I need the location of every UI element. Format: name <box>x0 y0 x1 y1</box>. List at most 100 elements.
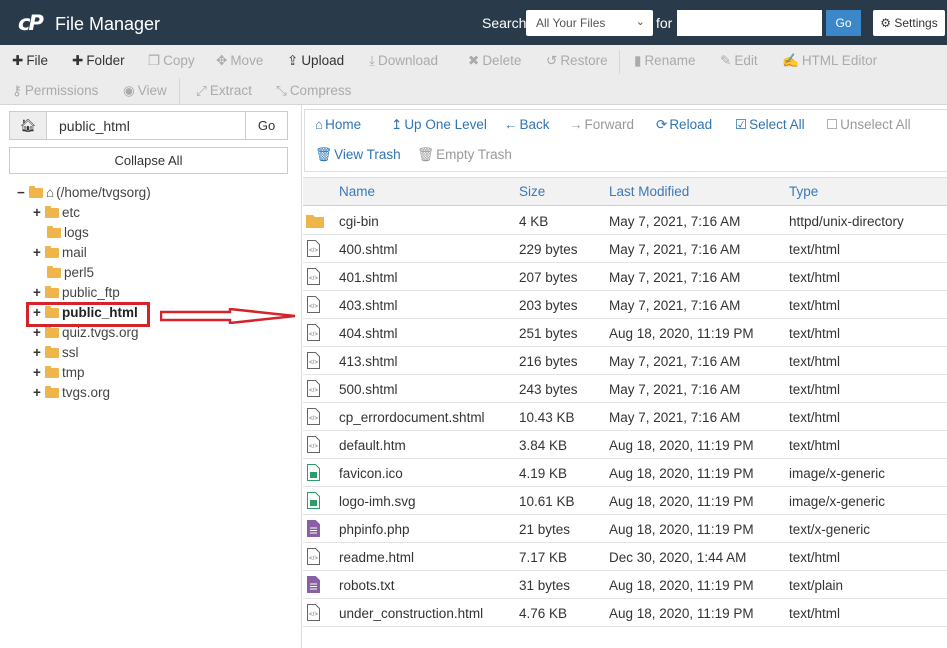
tree-item-quiz.tvgs.org[interactable]: + quiz.tvgs.org <box>33 325 139 345</box>
home-icon[interactable]: 🏠︎ <box>10 112 47 139</box>
cell-name[interactable]: 500.shtml <box>339 382 398 397</box>
select-all-button[interactable]: ☑ Select All <box>735 117 805 133</box>
cell-name[interactable]: 403.shtml <box>339 298 398 313</box>
table-row[interactable]: </> 500.shtml 243 bytes May 7, 2021, 7:16 A… <box>303 375 947 403</box>
permissions-button[interactable]: ⚷ Permissions <box>12 83 98 99</box>
expand-icon[interactable]: + <box>33 205 43 220</box>
rename-button[interactable]: ▮ Rename <box>634 53 695 69</box>
search-scope-select[interactable]: All Your Files ⌄ <box>526 10 653 36</box>
cell-name[interactable]: 413.shtml <box>339 354 398 369</box>
tree-item-mail[interactable]: + mail <box>33 245 87 265</box>
tree-item-etc[interactable]: + etc <box>33 205 80 225</box>
delete-icon: ✖ <box>468 53 480 68</box>
table-row[interactable]: favicon.ico 4.19 KB Aug 18, 2020, 11:19 PM… <box>303 459 947 487</box>
restore-icon: ↺ <box>546 53 558 68</box>
toolbar-label: Restore <box>560 53 608 68</box>
table-row[interactable]: </> under_construction.html 4.76 KB Aug 18,… <box>303 599 947 627</box>
tree-item-tmp[interactable]: + tmp <box>33 365 85 385</box>
cell-name[interactable]: cp_errordocument.shtml <box>339 410 485 425</box>
table-row[interactable]: </> 413.shtml 216 bytes May 7, 2021, 7:16 A… <box>303 347 947 375</box>
expand-icon[interactable]: + <box>33 285 43 300</box>
nav-label: Up One Level <box>404 117 487 132</box>
table-row[interactable]: </> 403.shtml 203 bytes May 7, 2021, 7:16 A… <box>303 291 947 319</box>
svg-text:</>: </> <box>309 416 318 422</box>
path-input[interactable]: public_html <box>59 118 130 134</box>
cell-name[interactable]: favicon.ico <box>339 466 403 481</box>
cell-name[interactable]: default.htm <box>339 438 406 453</box>
cell-modified: Aug 18, 2020, 11:19 PM <box>609 326 754 341</box>
cell-size: 3.84 KB <box>519 438 568 453</box>
forward-button[interactable]: → Forward <box>569 117 634 132</box>
cell-size: 10.61 KB <box>519 494 575 509</box>
expand-icon[interactable]: + <box>33 385 43 400</box>
cell-type: text/plain <box>789 578 844 593</box>
cell-name[interactable]: logo-imh.svg <box>339 494 416 509</box>
table-row[interactable]: logo-imh.svg 10.61 KB Aug 18, 2020, 11:19 … <box>303 487 947 515</box>
delete-button[interactable]: ✖ Delete <box>468 53 521 69</box>
cell-name[interactable]: readme.html <box>339 550 414 565</box>
view-button[interactable]: ◉ View <box>123 83 167 99</box>
copy-button[interactable]: ❐ Copy <box>148 53 195 69</box>
toolbar-label: Upload <box>301 53 345 68</box>
collapse-all-button[interactable]: Collapse All <box>9 147 288 174</box>
upload-button[interactable]: ⇪ Upload <box>287 53 344 69</box>
search-go-button[interactable]: Go <box>826 10 861 36</box>
expand-icon[interactable]: + <box>33 365 43 380</box>
column-last-modified[interactable]: Last Modified <box>609 184 689 199</box>
download-button[interactable]: ⤓ Download <box>369 53 438 69</box>
restore-button[interactable]: ↺ Restore <box>546 53 608 69</box>
back-button[interactable]: ← Back <box>504 117 550 132</box>
table-row[interactable]: </> 401.shtml 207 bytes May 7, 2021, 7:16 A… <box>303 263 947 291</box>
tree-item-logs[interactable]: logs <box>35 225 89 245</box>
toolbar-label: Move <box>230 53 264 68</box>
table-row[interactable]: robots.txt 31 bytes Aug 18, 2020, 11:19 PM… <box>303 571 947 599</box>
tree-item-home-tvgsorg[interactable]: − ⌂ (/home/tvgsorg) <box>17 185 151 205</box>
cpanel-logo[interactable]: cP <box>18 11 44 35</box>
table-row[interactable]: </> default.htm 3.84 KB Aug 18, 2020, 11:19… <box>303 431 947 459</box>
search-input[interactable] <box>677 10 822 36</box>
settings-button[interactable]: ⚙ Settings <box>873 10 945 36</box>
expand-icon[interactable]: + <box>33 345 43 360</box>
toolbar-label: Delete <box>482 53 522 68</box>
table-row[interactable]: </> readme.html 7.17 KB Dec 30, 2020, 1:44 … <box>303 543 947 571</box>
cell-name[interactable]: phpinfo.php <box>339 522 410 537</box>
folder-button[interactable]: ✚ Folder <box>72 53 125 69</box>
cell-name[interactable]: cgi-bin <box>339 214 379 229</box>
cell-name[interactable]: under_construction.html <box>339 606 483 621</box>
table-row[interactable]: </> 400.shtml 229 bytes May 7, 2021, 7:16 A… <box>303 235 947 263</box>
tree-item-ssl[interactable]: + ssl <box>33 345 79 365</box>
expand-icon[interactable]: + <box>33 245 43 260</box>
table-row[interactable]: </> 404.shtml 251 bytes Aug 18, 2020, 11:19… <box>303 319 947 347</box>
extract-button[interactable]: ⤢ Extract <box>196 83 252 99</box>
move-button[interactable]: ✥ Move <box>216 53 263 69</box>
cell-name[interactable]: 401.shtml <box>339 270 398 285</box>
file-button[interactable]: ✚ File <box>12 53 48 69</box>
column-size[interactable]: Size <box>519 184 545 199</box>
cell-name[interactable]: 400.shtml <box>339 242 398 257</box>
column-type[interactable]: Type <box>789 184 818 199</box>
panel-divider[interactable] <box>301 105 302 648</box>
table-row[interactable]: cgi-bin 4 KB May 7, 2021, 7:16 AM httpd/uni… <box>303 207 947 235</box>
cell-name[interactable]: robots.txt <box>339 578 395 593</box>
up-one-level-button[interactable]: ↥ Up One Level <box>391 117 487 133</box>
table-row[interactable]: phpinfo.php 21 bytes Aug 18, 2020, 11:19 P… <box>303 515 947 543</box>
expand-icon[interactable]: + <box>33 325 43 340</box>
column-name[interactable]: Name <box>339 184 375 199</box>
tree-item-tvgs.org[interactable]: + tvgs.org <box>33 385 110 405</box>
collapse-icon[interactable]: − <box>17 185 27 200</box>
view-trash-button[interactable]: 🗑︎ View Trash <box>315 147 401 163</box>
compress-button[interactable]: ⤡ Compress <box>276 83 351 99</box>
table-row[interactable]: </> cp_errordocument.shtml 10.43 KB May 7, … <box>303 403 947 431</box>
cell-size: 207 bytes <box>519 270 578 285</box>
path-go-button[interactable]: Go <box>245 112 287 139</box>
html-editor-button[interactable]: ✍ HTML Editor <box>782 53 877 69</box>
home-button[interactable]: ⌂ Home <box>315 117 361 132</box>
unselect-all-button[interactable]: ☐ Unselect All <box>826 117 911 133</box>
tree-item-perl5[interactable]: perl5 <box>35 265 94 285</box>
nav-label: Select All <box>749 117 805 132</box>
reload-button[interactable]: ⟳ Reload <box>656 117 712 133</box>
cell-type: text/html <box>789 298 841 313</box>
cell-name[interactable]: 404.shtml <box>339 326 398 341</box>
empty-trash-button[interactable]: 🗑︎ Empty Trash <box>417 147 512 163</box>
edit-button[interactable]: ✎ Edit <box>720 53 758 69</box>
